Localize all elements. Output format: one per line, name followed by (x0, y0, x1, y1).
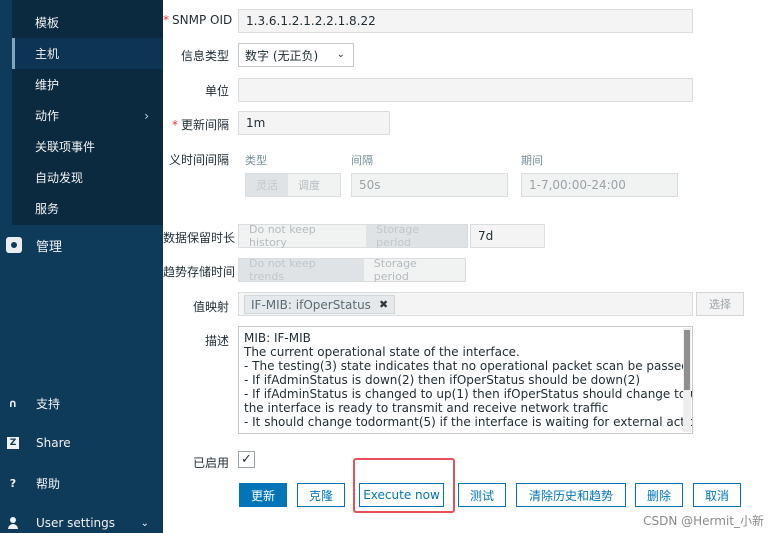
sidebar-item-label: 服务 (35, 202, 60, 216)
description-scrollbar[interactable] (683, 328, 691, 432)
sidebar-item-label: 动作 (35, 109, 60, 123)
history-do-not-keep-option[interactable]: Do not keep history (239, 223, 366, 249)
test-button[interactable]: 测试 (458, 483, 506, 507)
enabled-checkbox[interactable]: ✓ (238, 451, 255, 468)
type-flexible-option[interactable]: 灵活 (246, 174, 288, 196)
snmp-oid-input[interactable]: 1.3.6.1.2.1.2.2.1.8.22 (238, 9, 693, 33)
sidebar-item-label: 管理 (36, 239, 63, 255)
sidebar-item-administration[interactable]: 管理 (0, 226, 163, 264)
sidebar-item-maintenance[interactable]: 维护 (12, 69, 163, 100)
type-scheduling-option[interactable]: 调度 (288, 174, 330, 196)
sidebar-item-user-settings[interactable]: User settings ⌄ (0, 508, 163, 533)
units-input[interactable] (238, 78, 693, 102)
sub-menu: 模板 主机 维护 动作 › 关联项事件 自动发现 服务 (0, 0, 163, 225)
enabled-label: 已启用 (192, 456, 229, 470)
cancel-button[interactable]: 取消 (693, 483, 741, 507)
trends-storage-period-option[interactable]: Storage period (364, 257, 465, 283)
sidebar-item-label: 关联项事件 (35, 140, 96, 154)
trends-mode-toggle[interactable]: Do not keep trends Storage period (238, 257, 466, 283)
clear-history-button[interactable]: 清除历史和趋势 (516, 483, 626, 507)
sidebar-item-share[interactable]: Z Share (0, 428, 163, 458)
sidebar-item-label: 模板 (35, 16, 60, 30)
sidebar-item-label: 自动发现 (35, 171, 84, 185)
valuemap-label: 值映射 (192, 300, 229, 314)
valuemap-field[interactable]: IF-MIB: ifOperStatus ✖ (238, 292, 693, 316)
sidebar: 模板 主机 维护 动作 › 关联项事件 自动发现 服务 管理 ∩ 支持 Z Sha… (0, 0, 163, 533)
description-label: 描述 (204, 334, 229, 348)
headset-icon: ∩ (8, 396, 18, 410)
column-interval-header: 间隔 (351, 154, 373, 167)
item-form: * SNMP OID 1.3.6.1.2.1.2.2.1.8.22 信息类型 数字… (163, 0, 772, 533)
custom-intervals-label: 义时间间隔 (168, 153, 229, 167)
units-label: 单位 (204, 84, 229, 98)
sidebar-item-label: 支持 (36, 396, 61, 411)
sidebar-item-services[interactable]: 服务 (12, 193, 163, 224)
info-type-label: 信息类型 (180, 49, 229, 63)
checkmark-icon: ✓ (241, 452, 252, 467)
interval-type-toggle[interactable]: 灵活 调度 (245, 173, 341, 197)
close-icon[interactable]: ✖ (379, 298, 388, 311)
share-z-icon: Z (6, 436, 20, 450)
sidebar-item-label: User settings (36, 516, 116, 530)
chevron-down-icon: ⌄ (336, 49, 345, 60)
history-mode-toggle[interactable]: Do not keep history Storage period (238, 223, 468, 249)
valuemap-select-button[interactable]: 选择 (696, 292, 744, 316)
highlight-box (353, 458, 455, 513)
sidebar-item-templates[interactable]: 模板 (12, 7, 163, 38)
sub-menu-rail (0, 0, 12, 225)
sidebar-item-discovery[interactable]: 自动发现 (12, 162, 163, 193)
update-interval-label: * 更新间隔 (171, 118, 229, 132)
valuemap-tag: IF-MIB: ifOperStatus ✖ (244, 295, 396, 314)
chevron-down-icon: ⌄ (140, 517, 149, 529)
gear-icon (6, 237, 22, 253)
delete-button[interactable]: 删除 (635, 483, 683, 507)
custom-period-input[interactable]: 1-7,00:00-24:00 (521, 173, 678, 197)
update-button[interactable]: 更新 (239, 483, 287, 507)
info-type-select[interactable]: 数字 (无正负) ⌄ (238, 43, 354, 67)
help-icon: ? (9, 476, 17, 490)
update-interval-input[interactable]: 1m (238, 111, 390, 135)
sidebar-item-actions[interactable]: 动作 › (12, 100, 163, 131)
history-label: 数据保留时长 (163, 231, 236, 245)
trends-do-not-keep-option[interactable]: Do not keep trends (239, 257, 364, 283)
sidebar-item-label: 维护 (35, 78, 60, 92)
sidebar-item-help[interactable]: ? 帮助 (0, 468, 163, 498)
history-storage-period-option[interactable]: Storage period (366, 223, 467, 249)
column-period-header: 期间 (521, 154, 543, 167)
sidebar-item-label: 主机 (35, 47, 60, 61)
sidebar-item-support[interactable]: ∩ 支持 (0, 388, 163, 418)
trends-label: 趋势存储时间 (163, 265, 236, 279)
sidebar-item-hosts[interactable]: 主机 (12, 38, 163, 69)
watermark: CSDN @Hermit_小新 (643, 514, 764, 528)
custom-interval-input[interactable]: 50s (351, 173, 508, 197)
history-period-input[interactable]: 7d (470, 224, 545, 248)
snmp-oid-label: * SNMP OID (163, 13, 233, 27)
chevron-right-icon: › (144, 108, 149, 123)
user-icon (6, 516, 20, 530)
column-type-header: 类型 (245, 154, 267, 167)
sidebar-item-label: Share (36, 436, 71, 450)
sidebar-item-label: 帮助 (36, 476, 61, 491)
description-textarea[interactable]: MIB: IF-MIB The current operational stat… (238, 326, 693, 434)
clone-button[interactable]: 克隆 (297, 483, 345, 507)
sidebar-item-event-correlation[interactable]: 关联项事件 (12, 131, 163, 162)
